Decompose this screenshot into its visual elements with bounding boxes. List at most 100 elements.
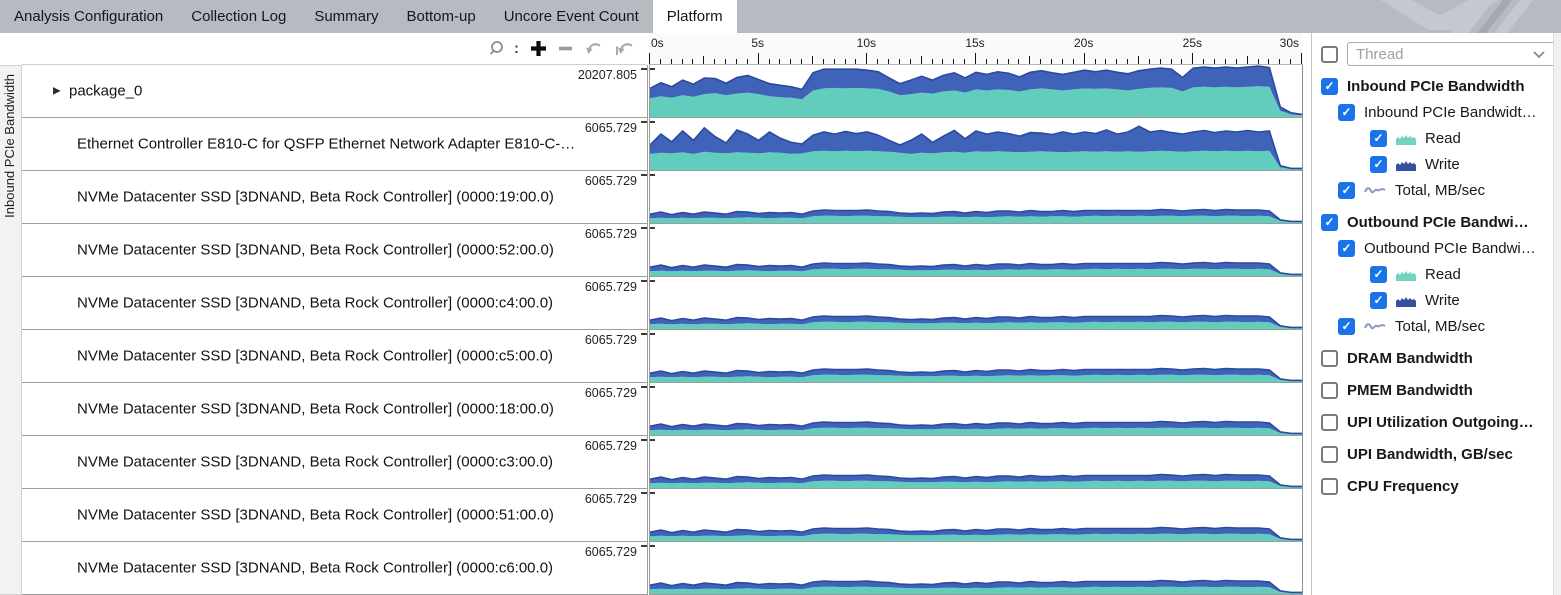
undo-zoom-icon[interactable] [584, 41, 603, 57]
legend-label: Read [1425, 130, 1461, 147]
ruler-tick [1084, 53, 1085, 64]
row-label-cell-nvme-datacenter-ssd-3dnand-beta-rock-con[interactable]: NVMe Datacenter SSD [3DNAND, Beta Rock C… [22, 436, 648, 489]
checkbox-upi-utilization-outgoing[interactable] [1321, 414, 1338, 431]
row-label-cell-nvme-datacenter-ssd-3dnand-beta-rock-con[interactable]: NVMe Datacenter SSD [3DNAND, Beta Rock C… [22, 542, 648, 595]
row-label: package_0 [69, 83, 142, 100]
total-line-icon [1364, 320, 1386, 332]
expand-arrow-icon[interactable]: ▶ [53, 86, 61, 97]
y-axis-tick [641, 492, 647, 494]
ruler-tick [1181, 59, 1182, 64]
row-label-cell-nvme-datacenter-ssd-3dnand-beta-rock-con[interactable]: NVMe Datacenter SSD [3DNAND, Beta Rock C… [22, 277, 648, 330]
checkbox-read[interactable]: ✓ [1370, 266, 1387, 283]
redo-zoom-icon[interactable] [614, 41, 635, 57]
checkbox-dram-bandwidth[interactable] [1321, 350, 1338, 367]
y-axis-tick [650, 492, 655, 494]
timeline-row: NVMe Datacenter SSD [3DNAND, Beta Rock C… [22, 330, 1303, 383]
y-axis-tick [641, 545, 647, 547]
checkbox-write[interactable]: ✓ [1370, 156, 1387, 173]
tab-collection-log[interactable]: Collection Log [177, 0, 300, 33]
ruler-tick [1268, 59, 1269, 64]
bandwidth-chart[interactable] [649, 224, 1303, 277]
bandwidth-chart[interactable] [649, 118, 1303, 171]
legend-item-upi-bandwidth-gb-sec: UPI Bandwidth, GB/sec [1312, 441, 1553, 467]
ruler-tick [714, 59, 715, 64]
row-label-cell-nvme-datacenter-ssd-3dnand-beta-rock-con[interactable]: NVMe Datacenter SSD [3DNAND, Beta Rock C… [22, 330, 648, 383]
ruler-label: 15s [965, 36, 984, 50]
thread-dropdown[interactable]: Thread [1347, 42, 1553, 66]
ruler-tick [1051, 59, 1052, 64]
row-label-cell-nvme-datacenter-ssd-3dnand-beta-rock-con[interactable]: NVMe Datacenter SSD [3DNAND, Beta Rock C… [22, 383, 648, 436]
legend-item-outbound-pcie-bandwi: ✓ Outbound PCIe Bandwi… [1312, 209, 1553, 235]
ruler-tick [769, 59, 770, 64]
legend-item-write: ✓ Write [1312, 287, 1553, 313]
bandwidth-chart[interactable] [649, 383, 1303, 436]
thread-checkbox[interactable] [1321, 46, 1338, 63]
axis-group-strip[interactable]: Inbound PCIe Bandwidth [0, 65, 22, 595]
row-label-cell-nvme-datacenter-ssd-3dnand-beta-rock-con[interactable]: NVMe Datacenter SSD [3DNAND, Beta Rock C… [22, 171, 648, 224]
legend-label: Outbound PCIe Bandwi… [1347, 214, 1529, 231]
zoom-out-icon[interactable] [558, 40, 573, 57]
ruler-tick [660, 59, 661, 64]
tab-analysis-configuration[interactable]: Analysis Configuration [0, 0, 177, 33]
ruler-tick [953, 59, 954, 64]
ruler-tick [964, 59, 965, 64]
timeline-rows: ▶package_020207.805Ethernet Controller E… [22, 65, 1303, 595]
y-axis-tick [641, 333, 647, 335]
bandwidth-chart[interactable] [649, 489, 1303, 542]
tab-bottom-up[interactable]: Bottom-up [393, 0, 490, 33]
checkbox-pmem-bandwidth[interactable] [1321, 382, 1338, 399]
checkbox-total-mb-sec[interactable]: ✓ [1338, 318, 1355, 335]
row-label-cell-nvme-datacenter-ssd-3dnand-beta-rock-con[interactable]: NVMe Datacenter SSD [3DNAND, Beta Rock C… [22, 224, 648, 277]
y-axis-tick [641, 386, 647, 388]
ruler-tick [1225, 59, 1226, 64]
legend-label: UPI Utilization Outgoing… [1347, 414, 1534, 431]
legend-tree: ✓Inbound PCIe Bandwidth✓Inbound PCIe Ban… [1312, 67, 1553, 499]
checkbox-cpu-frequency[interactable] [1321, 478, 1338, 495]
zoom-in-icon[interactable] [530, 40, 547, 57]
row-label-cell-nvme-datacenter-ssd-3dnand-beta-rock-con[interactable]: NVMe Datacenter SSD [3DNAND, Beta Rock C… [22, 489, 648, 542]
legend-label: Write [1425, 292, 1460, 309]
legend-label: Total, MB/sec [1395, 182, 1485, 199]
row-label-cell-package-0[interactable]: ▶package_020207.805 [22, 65, 648, 118]
checkbox-inbound-pcie-bandwidth[interactable]: ✓ [1321, 78, 1338, 95]
ruler-tick [790, 59, 791, 64]
tab-summary[interactable]: Summary [300, 0, 392, 33]
bandwidth-chart[interactable] [649, 436, 1303, 489]
tab-uncore-event-count[interactable]: Uncore Event Count [490, 0, 653, 33]
legend-label: UPI Bandwidth, GB/sec [1347, 446, 1513, 463]
checkbox-total-mb-sec[interactable]: ✓ [1338, 182, 1355, 199]
ruler-tick [801, 59, 802, 64]
timeline-row: NVMe Datacenter SSD [3DNAND, Beta Rock C… [22, 277, 1303, 330]
bandwidth-chart[interactable] [649, 542, 1303, 595]
legend-label: Total, MB/sec [1395, 318, 1485, 335]
y-axis-tick [641, 68, 647, 70]
checkbox-outbound-pcie-bandwi[interactable]: ✓ [1338, 240, 1355, 257]
ruler-tick [823, 59, 824, 64]
checkbox-read[interactable]: ✓ [1370, 130, 1387, 147]
y-axis-tick [641, 121, 647, 123]
ruler-tick [725, 59, 726, 64]
row-label-cell-ethernet-controller-e810-c-for-qsfp-ethe[interactable]: Ethernet Controller E810-C for QSFP Ethe… [22, 118, 648, 171]
time-ruler[interactable]: 0s5s10s15s20s25s30s [649, 33, 1303, 65]
ruler-tick [855, 59, 856, 64]
bandwidth-chart[interactable] [649, 330, 1303, 383]
bandwidth-chart[interactable] [649, 277, 1303, 330]
tab-platform[interactable]: Platform [653, 0, 737, 33]
bandwidth-chart[interactable] [649, 171, 1303, 224]
row-label: Ethernet Controller E810-C for QSFP Ethe… [77, 136, 575, 153]
sidebar-scrollbar[interactable] [1553, 33, 1561, 595]
ruler-tick [1149, 59, 1150, 64]
ruler-label: 0s [651, 36, 664, 50]
legend-label: Inbound PCIe Bandwidt… [1364, 104, 1537, 121]
timeline-row: ▶package_020207.805 [22, 65, 1303, 118]
ruler-tick [1127, 59, 1128, 64]
row-max-value: 6065.729 [585, 280, 637, 294]
bandwidth-chart[interactable] [649, 65, 1303, 118]
y-axis-tick [650, 280, 655, 282]
checkbox-inbound-pcie-bandwidt[interactable]: ✓ [1338, 104, 1355, 121]
checkbox-upi-bandwidth-gb-sec[interactable] [1321, 446, 1338, 463]
row-label: NVMe Datacenter SSD [3DNAND, Beta Rock C… [77, 189, 554, 206]
checkbox-write[interactable]: ✓ [1370, 292, 1387, 309]
search-icon[interactable] [489, 40, 507, 57]
checkbox-outbound-pcie-bandwi[interactable]: ✓ [1321, 214, 1338, 231]
